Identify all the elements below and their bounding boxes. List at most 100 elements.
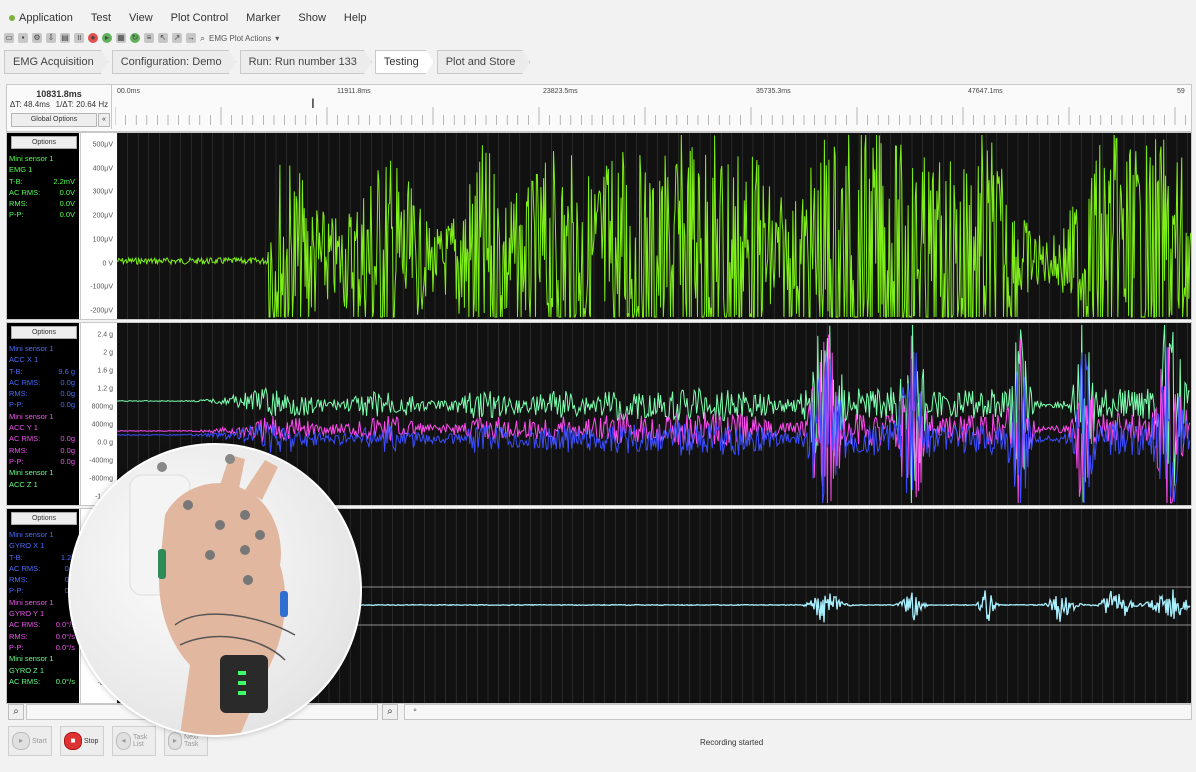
emg-y-axis: 500μV 400μV 300μV 200μV 100μV 0 V -100μV -200μV (80, 133, 117, 319)
menu-view[interactable]: View (120, 12, 162, 24)
info-line: P-P: 0.0g (9, 399, 77, 410)
info-line: RMS: 0.0V (9, 198, 77, 209)
y-tick-label: -800mg (89, 475, 113, 483)
emg-trace (117, 134, 1191, 319)
y-tick-label: 0 V (102, 260, 113, 268)
info-line: ACC Z 1 (9, 479, 77, 490)
y-tick-label: 1.6 g (97, 367, 113, 375)
save-icon[interactable]: ▪ (18, 33, 28, 43)
crumb-emg-acquisition[interactable]: EMG Acquisition (4, 50, 109, 74)
start-button[interactable]: ▸ Start (8, 726, 52, 756)
info-label: AC RMS: (9, 620, 41, 630)
refresh-icon[interactable]: ↻ (130, 33, 140, 43)
play-circle-icon: ▸ (12, 732, 30, 750)
time-readout: 10831.8ms ΔT: 48.4ms 1/ΔT: 20.64 Hz Glob… (7, 85, 112, 129)
menu-help[interactable]: Help (335, 12, 376, 24)
crumb-configuration[interactable]: Configuration: Demo (112, 50, 237, 74)
info-label: EMG 1 (9, 165, 33, 175)
acc-y-axis: 2.4 g 2 g 1.6 g 1.2 g 800mg 400mg 0.0 g -400mg -… (80, 323, 117, 505)
info-label: RMS: (9, 199, 28, 209)
info-label: GYRO X 1 (9, 541, 45, 551)
breadcrumb: EMG Acquisition Configuration: Demo Run:… (4, 50, 530, 72)
app-icon (9, 15, 15, 22)
y-tick-label: 500μV (92, 141, 113, 149)
info-line: Mini sensor 1 (9, 343, 77, 354)
doc-icon[interactable]: ▤ (60, 33, 70, 43)
info-line: AC RMS: 0.0°/s (9, 619, 77, 630)
task-list-button[interactable]: ◂ Task List (112, 726, 156, 756)
info-label: GYRO Z 1 (9, 665, 45, 675)
collapse-button[interactable]: « (98, 113, 110, 127)
info-value: 0.0°/s (55, 676, 75, 686)
menu-marker[interactable]: Marker (237, 12, 289, 24)
delta-t: ΔT: 48.4ms (9, 100, 50, 109)
info-label: P-P: (9, 642, 24, 652)
menu-application[interactable]: Application (0, 12, 82, 24)
emg-plot[interactable] (117, 133, 1191, 319)
export-icon[interactable]: ⇩ (46, 33, 56, 43)
emg-options-button[interactable]: Options (11, 136, 77, 149)
info-label: ACC Y 1 (9, 423, 38, 433)
play-icon[interactable]: ▸ (102, 33, 112, 43)
zoom-in-icon[interactable]: ⌕ (382, 704, 398, 720)
info-line: ACC X 1 (9, 354, 77, 365)
info-label: Mini sensor 1 (9, 411, 54, 421)
y-tick-label: 400μV (92, 165, 113, 173)
y-tick-label: 100μV (92, 236, 113, 244)
toolbar: ▭ ▪ ⚙ ⇩ ▤ ॥ ● ▸ ▦ ↻ ≡ ↖ ↗ → ⌕ EMG Plot A… (0, 30, 1196, 46)
menu-test[interactable]: Test (82, 12, 120, 24)
gyro-info-lines: Mini sensor 1GYRO X 1T-B:1.2kAC RMS:0.0R… (9, 529, 77, 687)
acc-options-button[interactable]: Options (11, 326, 77, 339)
menu-show[interactable]: Show (289, 12, 335, 24)
info-line: GYRO Z 1 (9, 665, 77, 676)
info-label: T-B: (9, 552, 23, 562)
y-tick-label: -400mg (89, 457, 113, 465)
info-line: Mini sensor 1 (9, 467, 77, 478)
info-line: Mini sensor 1 (9, 153, 77, 164)
info-label: Mini sensor 1 (9, 597, 54, 607)
info-value: 0.0°/s (55, 642, 75, 652)
cursor-left-icon[interactable]: ↖ (158, 33, 168, 43)
grid-icon[interactable]: ▦ (116, 33, 126, 43)
ruler-label-2: 23823.5ms (543, 88, 578, 95)
info-label: RMS: (9, 389, 28, 399)
ruler-label-0: 00.0ms (117, 88, 140, 95)
record-icon[interactable]: ● (88, 33, 98, 43)
y-tick-label: 2 g (103, 349, 113, 357)
current-time: 10831.8ms (36, 89, 82, 99)
crumb-plot-and-store[interactable]: Plot and Store (437, 50, 531, 74)
stop-label: Stop (84, 737, 99, 745)
crumb-run[interactable]: Run: Run number 133 (240, 50, 372, 74)
pause-icon[interactable]: ॥ (74, 33, 84, 43)
menu-plot-control[interactable]: Plot Control (162, 12, 237, 24)
y-tick-label: -100μV (90, 283, 113, 291)
info-label: T-B: (9, 176, 23, 186)
info-line: Mini sensor 1 (9, 411, 77, 422)
plot-actions-dropdown[interactable]: EMG Plot Actions (209, 34, 271, 43)
info-label: T-B: (9, 366, 23, 376)
info-line: RMS: 0.0g (9, 388, 77, 399)
crumb-testing[interactable]: Testing (375, 50, 434, 74)
cursor-marker-icon[interactable]: I (311, 95, 315, 111)
list-icon[interactable]: ≡ (144, 33, 154, 43)
info-line: Mini sensor 1 (9, 597, 77, 608)
info-label: AC RMS: (9, 676, 41, 686)
time-ruler[interactable]: 00.0ms 11911.8ms 23823.5ms 35735.3ms 476… (114, 85, 1189, 129)
horizontal-scrollbar[interactable] (404, 704, 1192, 720)
gyro-options-button[interactable]: Options (11, 512, 77, 525)
cursor-right-icon[interactable]: ↗ (172, 33, 182, 43)
config-icon[interactable]: ⚙ (32, 33, 42, 43)
info-label: P-P: (9, 456, 24, 466)
zoom-out-icon[interactable]: ⌕ (8, 704, 24, 720)
global-options-button[interactable]: Global Options (11, 113, 97, 127)
open-icon[interactable]: ▭ (4, 33, 14, 43)
emg-panel: Options Mini sensor 1 EMG 1 T-B: 2.2mV AC RM… (6, 132, 1192, 320)
info-value: 0.0°/s (55, 631, 75, 641)
info-line: GYRO Y 1 (9, 608, 77, 619)
scroll-handle-icon[interactable]: ◦ (408, 704, 422, 718)
info-line: Mini sensor 1 (9, 653, 77, 664)
stop-button[interactable]: ■ Stop (60, 726, 104, 756)
info-value: 0.0g (60, 400, 75, 410)
info-label: GYRO Y 1 (9, 609, 45, 619)
arrow-icon[interactable]: → (186, 33, 196, 43)
